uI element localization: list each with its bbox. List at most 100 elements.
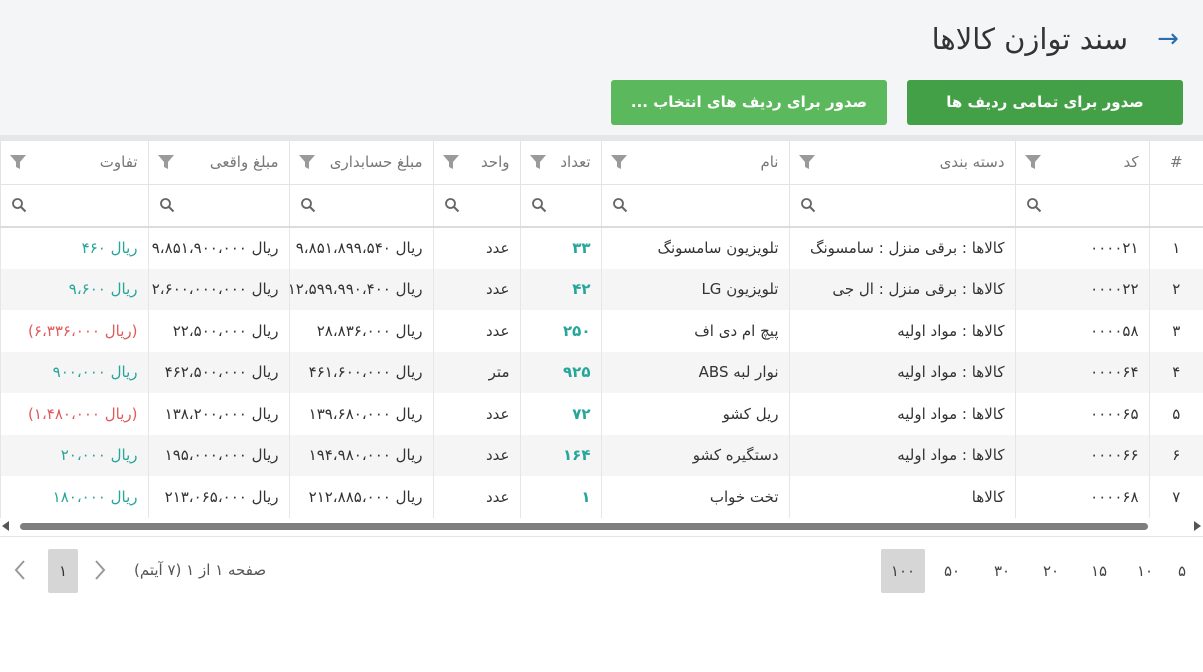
filter-icon[interactable] bbox=[9, 153, 27, 171]
filter-cell-book[interactable] bbox=[288, 184, 433, 228]
filter-cell-unit[interactable] bbox=[432, 184, 520, 228]
page-size-option[interactable]: ۱۵ bbox=[1078, 549, 1120, 593]
page-size-option[interactable]: ۳۰ bbox=[981, 549, 1023, 593]
next-page-chevron-icon[interactable] bbox=[88, 557, 112, 583]
cell-no: ۷ bbox=[1148, 476, 1203, 518]
column-header-label: کد bbox=[1123, 153, 1139, 172]
cell-category: کالاها : مواد اولیه bbox=[788, 393, 1015, 435]
table-row[interactable]: ۴ ۰۰۰۰۶۴ کالاها : مواد اولیه نوار لبه ABS ۹۲… bbox=[0, 351, 1203, 393]
table-row[interactable]: ۲ ۰۰۰۰۲۲ کالاها : برقی منزل : ال جی تلویزیو… bbox=[0, 268, 1203, 310]
column-header-category[interactable]: دسته بندی bbox=[788, 141, 1015, 185]
scroll-right-arrow-icon[interactable] bbox=[1194, 521, 1201, 531]
column-header-label: مبلغ واقعی bbox=[209, 153, 279, 172]
page-info: صفحه ۱ از ۱ (۷ آیتم) bbox=[134, 561, 267, 579]
page-size-option[interactable]: ۱۰۰ bbox=[881, 549, 925, 593]
issue-selected-rows-button[interactable]: صدور برای ردیف های انتخاب ... bbox=[611, 80, 887, 125]
filter-cell-code[interactable] bbox=[1014, 184, 1149, 228]
column-header-book[interactable]: مبلغ حسابداری bbox=[288, 141, 433, 185]
cell-real: ریال ۹،۸۵۱،۹۰۰،۰۰۰ bbox=[147, 227, 289, 269]
filter-icon[interactable] bbox=[529, 153, 547, 171]
issue-all-rows-button[interactable]: صدور برای تمامی ردیف ها bbox=[907, 80, 1183, 125]
back-arrow-icon[interactable]: → bbox=[1153, 22, 1183, 56]
table-row[interactable]: ۳ ۰۰۰۰۵۸ کالاها : مواد اولیه پیچ ام دی اف ۲۵… bbox=[0, 310, 1203, 352]
cell-no: ۱ bbox=[1148, 227, 1203, 269]
column-header-rowno[interactable]: # bbox=[1148, 141, 1203, 185]
cell-unit: متر bbox=[432, 351, 520, 393]
cell-name: ریل کشو bbox=[600, 393, 789, 435]
table-row[interactable]: ۱ ۰۰۰۰۲۱ کالاها : برقی منزل : سامسونگ تلویز… bbox=[0, 227, 1203, 269]
search-icon[interactable] bbox=[444, 197, 460, 213]
cell-real: ریال ۱۲،۶۰۰،۰۰۰،۰۰۰ bbox=[147, 268, 289, 310]
filter-row bbox=[0, 184, 1203, 228]
search-icon[interactable] bbox=[612, 197, 628, 213]
cell-code: ۰۰۰۰۵۸ bbox=[1014, 310, 1149, 352]
table-row[interactable]: ۷ ۰۰۰۰۶۸ کالاها تخت خواب ۱ عدد ریال ۲۱۲،۸۸۵،۰۰… bbox=[0, 476, 1203, 518]
filter-cell-category[interactable] bbox=[788, 184, 1015, 228]
column-header-diff[interactable]: تفاوت bbox=[0, 141, 148, 185]
cell-code: ۰۰۰۰۲۱ bbox=[1014, 227, 1149, 269]
cell-code: ۰۰۰۰۶۴ bbox=[1014, 351, 1149, 393]
filter-icon[interactable] bbox=[610, 153, 628, 171]
cell-code: ۰۰۰۰۶۵ bbox=[1014, 393, 1149, 435]
cell-category: کالاها : برقی منزل : سامسونگ bbox=[788, 227, 1015, 269]
page-size-option[interactable]: ۲۰ bbox=[1030, 549, 1072, 593]
page-size-option[interactable]: ۵۰ bbox=[931, 549, 973, 593]
column-header-label: تعداد bbox=[560, 153, 591, 172]
cell-qty: ۷۲ bbox=[519, 393, 601, 435]
page-button-1[interactable]: ۱ bbox=[48, 549, 78, 593]
horizontal-scrollbar[interactable] bbox=[0, 519, 1203, 533]
cell-book: ریال ۹،۸۵۱،۸۹۹،۵۴۰ bbox=[288, 227, 433, 269]
search-icon[interactable] bbox=[800, 197, 816, 213]
column-header-qty[interactable]: تعداد bbox=[519, 141, 601, 185]
cell-real: ریال ۲۲،۵۰۰،۰۰۰ bbox=[147, 310, 289, 352]
filter-cell-real[interactable] bbox=[147, 184, 289, 228]
cell-category: کالاها bbox=[788, 476, 1015, 518]
filter-cell-diff[interactable] bbox=[0, 184, 148, 228]
column-header-label: # bbox=[1169, 153, 1183, 172]
filter-icon[interactable] bbox=[442, 153, 460, 171]
search-icon[interactable] bbox=[159, 197, 175, 213]
column-header-label: دسته بندی bbox=[939, 153, 1005, 172]
cell-diff: ریال ۱۸۰،۰۰۰ bbox=[0, 476, 148, 518]
header-row: # کد دسته بندی نام تعداد واحد مبلغ حسابداری مبل… bbox=[0, 141, 1203, 185]
filter-icon[interactable] bbox=[798, 153, 816, 171]
page-size-option[interactable]: ۱۰ bbox=[1124, 549, 1166, 593]
column-header-unit[interactable]: واحد bbox=[432, 141, 520, 185]
search-icon[interactable] bbox=[300, 197, 316, 213]
cell-book: ریال ۱۹۴،۹۸۰،۰۰۰ bbox=[288, 434, 433, 476]
scroll-left-arrow-icon[interactable] bbox=[2, 521, 9, 531]
column-header-code[interactable]: کد bbox=[1014, 141, 1149, 185]
table-row[interactable]: ۶ ۰۰۰۰۶۶ کالاها : مواد اولیه دستگیره کشو ۱۶۴… bbox=[0, 434, 1203, 476]
search-icon[interactable] bbox=[531, 197, 547, 213]
cell-code: ۰۰۰۰۶۶ bbox=[1014, 434, 1149, 476]
filter-icon[interactable] bbox=[298, 153, 316, 171]
cell-category: کالاها : مواد اولیه bbox=[788, 310, 1015, 352]
footer-divider bbox=[0, 536, 1203, 537]
page-size-option[interactable]: ۵ bbox=[1161, 549, 1203, 593]
cell-category: کالاها : مواد اولیه bbox=[788, 434, 1015, 476]
filter-cell-name[interactable] bbox=[600, 184, 789, 228]
scrollbar-thumb[interactable] bbox=[20, 523, 1148, 530]
cell-no: ۲ bbox=[1148, 268, 1203, 310]
search-icon[interactable] bbox=[1026, 197, 1042, 213]
data-grid: # کد دسته بندی نام تعداد واحد مبلغ حسابداری مبل… bbox=[0, 141, 1203, 519]
cell-code: ۰۰۰۰۲۲ bbox=[1014, 268, 1149, 310]
cell-name: نوار لبه ABS bbox=[600, 351, 789, 393]
search-icon[interactable] bbox=[11, 197, 27, 213]
cell-qty: ۹۲۵ bbox=[519, 351, 601, 393]
filter-cell-qty[interactable] bbox=[519, 184, 601, 228]
cell-real: ریال ۱۹۵،۰۰۰،۰۰۰ bbox=[147, 434, 289, 476]
cell-category: کالاها : برقی منزل : ال جی bbox=[788, 268, 1015, 310]
cell-unit: عدد bbox=[432, 476, 520, 518]
table-row[interactable]: ۵ ۰۰۰۰۶۵ کالاها : مواد اولیه ریل کشو ۷۲ عدد ری… bbox=[0, 393, 1203, 435]
cell-real: ریال ۱۳۸،۲۰۰،۰۰۰ bbox=[147, 393, 289, 435]
column-header-name[interactable]: نام bbox=[600, 141, 789, 185]
filter-icon[interactable] bbox=[1024, 153, 1042, 171]
filter-icon[interactable] bbox=[157, 153, 175, 171]
cell-diff: ریال ۴۶۰ bbox=[0, 227, 148, 269]
page-header: → سند توازن کالاها صدور برای تمامی ردیف … bbox=[0, 0, 1203, 135]
column-header-real[interactable]: مبلغ واقعی bbox=[147, 141, 289, 185]
cell-unit: عدد bbox=[432, 393, 520, 435]
cell-qty: ۱ bbox=[519, 476, 601, 518]
prev-page-chevron-icon[interactable] bbox=[8, 557, 32, 583]
